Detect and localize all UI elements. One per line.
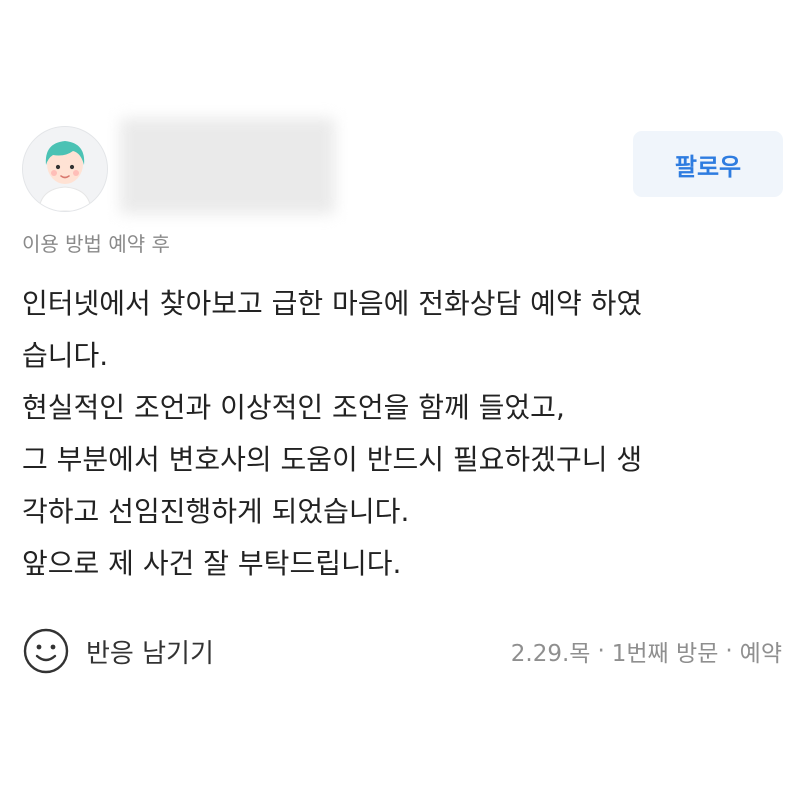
review-meta: 2.29.목 · 1번째 방문 · 예약 [511, 634, 782, 668]
review-line: 앞으로 제 사건 잘 부탁드립니다. [22, 547, 402, 580]
meta-separator: · [597, 638, 605, 664]
follow-button[interactable]: 팔로우 [633, 131, 783, 197]
review-line: 현실적인 조언과 이상적인 조언을 함께 들었고, [22, 391, 565, 424]
author-name-blurred [120, 118, 335, 214]
review-line: 그 부분에서 변호사의 도움이 반드시 필요하겠구니 생 [22, 443, 643, 476]
review-line: 인터넷에서 찾아보고 급한 마음에 전화상담 예약 하였 [22, 287, 643, 320]
reaction-label: 반응 남기기 [86, 638, 214, 669]
visit-method: 예약 [739, 641, 782, 667]
user-avatar-icon[interactable] [22, 126, 108, 212]
review-line: 습니다. [22, 339, 109, 372]
review-body: 인터넷에서 찾아보고 급한 마음에 전화상담 예약 하였 습니다. 현실적인 조… [22, 278, 787, 590]
visit-method-tag: 이용 방법 예약 후 [22, 232, 170, 256]
review-card: 팔로우 이용 방법 예약 후 인터넷에서 찾아보고 급한 마음에 전화상담 예약… [0, 0, 800, 800]
review-line: 각하고 선임진행하게 되었습니다. [22, 495, 410, 528]
smile-icon [22, 627, 70, 675]
meta-separator: · [725, 638, 733, 664]
visit-count: 1번째 방문 [611, 641, 719, 667]
leave-reaction-button[interactable]: 반응 남기기 [22, 625, 214, 677]
visit-date: 2.29.목 [510, 641, 591, 667]
